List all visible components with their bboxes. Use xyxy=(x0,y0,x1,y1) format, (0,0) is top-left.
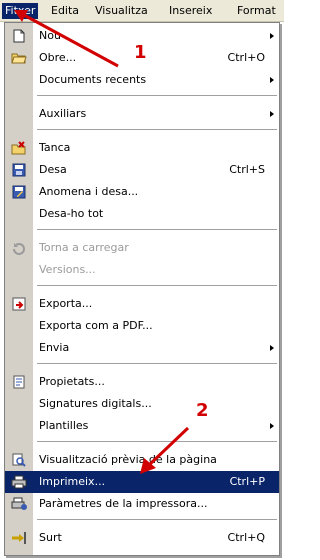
annotation-number-2: 2 xyxy=(196,400,209,421)
annotation-arrow-1 xyxy=(21,12,119,68)
annotation-number-1: 1 xyxy=(134,42,147,63)
annotation-arrows xyxy=(14,10,190,474)
annotation-arrow-2 xyxy=(146,426,190,468)
